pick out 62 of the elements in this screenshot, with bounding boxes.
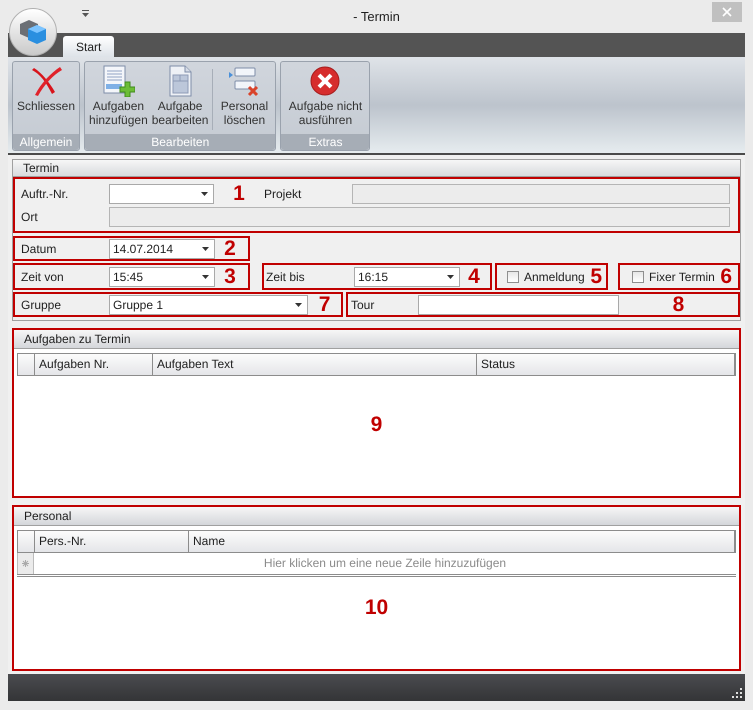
- document-plus-icon: [101, 65, 136, 97]
- ribbon-group-label: Bearbeiten: [85, 134, 276, 150]
- text-field[interactable]: [109, 207, 730, 227]
- checkbox[interactable]: [507, 270, 519, 282]
- annotation-number: 6: [720, 266, 732, 287]
- column-header[interactable]: Aufgaben Text: [153, 354, 477, 375]
- checkbox[interactable]: [632, 270, 644, 282]
- dropdown-caret-icon: [202, 246, 209, 250]
- dropdown-field[interactable]: 14.07.2014: [109, 238, 215, 258]
- field-label: Gruppe: [21, 296, 62, 314]
- field-label: Datum: [21, 240, 58, 258]
- asterisk-icon: [22, 560, 29, 567]
- checkbox-label: Fixer Termin: [649, 268, 715, 286]
- annotation-number: 3: [224, 266, 236, 287]
- annotation-number: 4: [468, 266, 480, 287]
- annotation-number: 5: [590, 266, 602, 287]
- dropdown-caret-icon: [447, 274, 454, 278]
- field-label: Zeit bis: [266, 268, 306, 286]
- ribbon-button[interactable]: Aufgabe bearbeiten: [150, 65, 210, 127]
- checkbox-label: Anmeldung: [524, 268, 585, 286]
- dropdown-field[interactable]: 16:15: [354, 266, 460, 286]
- ribbon-group-label: Allgemein: [13, 134, 80, 150]
- annotation-number: 10: [364, 597, 388, 621]
- annotation-number: 9: [370, 414, 382, 438]
- ribbon-tab[interactable]: Start: [63, 36, 114, 57]
- cubes-icon: [18, 18, 48, 46]
- column-header[interactable]: Pers.-Nr.: [35, 531, 189, 552]
- ribbon-button[interactable]: Personal löschen: [215, 65, 274, 127]
- field-label: Zeit von: [21, 268, 65, 286]
- annotation-number: 2: [224, 238, 236, 259]
- dropdown-caret-icon: [202, 274, 209, 278]
- window-title: - Termin: [353, 8, 400, 26]
- field-label: Tour: [351, 296, 376, 314]
- dropdown-field[interactable]: 15:45: [109, 266, 215, 286]
- cancel-circle-icon: [308, 65, 342, 97]
- ribbon-button[interactable]: Aufgabe nicht ausführen: [283, 65, 368, 127]
- field-label: Auftr.-Nr.: [21, 186, 70, 202]
- dropdown-field[interactable]: [109, 184, 214, 204]
- annotation-number: 7: [318, 294, 330, 315]
- ribbon-group-label: Extras: [281, 134, 370, 150]
- group-header: Aufgaben zu Termin: [14, 330, 739, 349]
- group-header: Personal: [14, 507, 739, 526]
- dropdown-caret-icon: [295, 302, 302, 306]
- dropdown-caret-icon: [201, 192, 208, 196]
- column-header[interactable]: Aufgaben Nr.: [35, 354, 153, 375]
- quick-access-menu-icon[interactable]: [82, 10, 89, 17]
- field-label: Projekt: [264, 186, 302, 202]
- annotation-number: 1: [233, 183, 245, 204]
- close-button[interactable]: [712, 2, 742, 22]
- ribbon-button[interactable]: Aufgaben hinzufügen: [87, 65, 150, 127]
- dropdown-field[interactable]: Gruppe 1: [109, 294, 308, 314]
- field-label: Ort: [21, 209, 39, 226]
- group-header: Termin: [13, 160, 740, 177]
- application-orb[interactable]: [9, 8, 57, 56]
- text-field[interactable]: [418, 294, 619, 314]
- annotation-number: 8: [672, 294, 684, 315]
- column-header[interactable]: Name: [189, 531, 735, 552]
- text-field[interactable]: [352, 184, 730, 204]
- ribbon-button[interactable]: Schliessen: [15, 65, 78, 113]
- close-icon: [722, 7, 732, 17]
- resize-grip-icon[interactable]: [732, 688, 742, 698]
- column-header[interactable]: Status: [477, 354, 735, 375]
